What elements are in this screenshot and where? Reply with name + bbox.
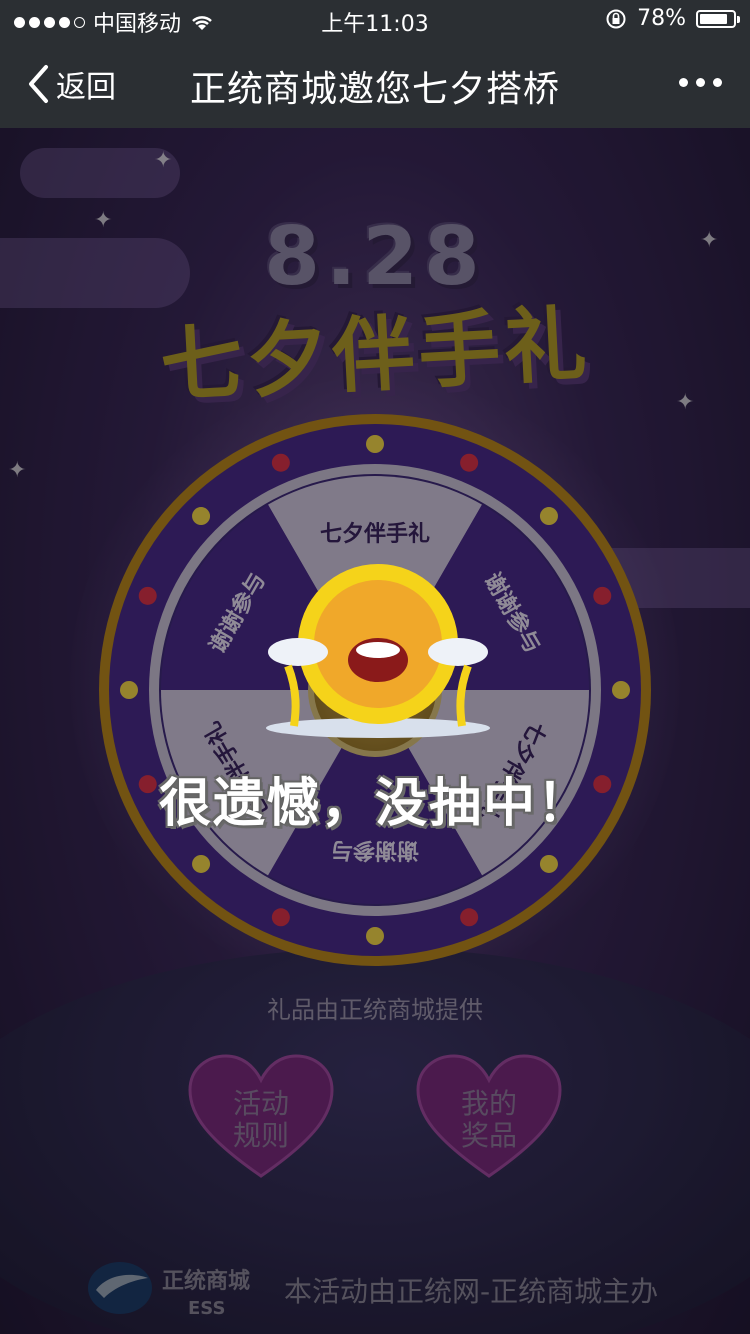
orientation-lock-icon — [606, 9, 626, 28]
more-dot-icon — [713, 78, 722, 87]
battery-percent: 78% — [637, 6, 686, 31]
more-dot-icon — [679, 78, 688, 87]
crying-face-icon — [266, 564, 490, 738]
more-button[interactable] — [679, 78, 722, 87]
page-title: 正统商城邀您七夕搭桥 — [189, 69, 560, 110]
nav-bar: 返回 正统商城邀您七夕搭桥 — [0, 40, 750, 128]
battery-icon — [696, 9, 740, 28]
status-right: 78% — [605, 6, 740, 31]
result-message: 很遗憾，没抽中！ — [158, 774, 591, 834]
lottery-stage: ✦ ✦ ✦ ✦ ✦ 8.28 七夕伴手礼 七夕伴手礼 谢谢参与 七夕伴手礼 谢谢参与七… — [0, 128, 750, 1334]
more-dot-icon — [696, 78, 705, 87]
status-bar: 中国移动 上午11:03 78% — [0, 0, 750, 40]
